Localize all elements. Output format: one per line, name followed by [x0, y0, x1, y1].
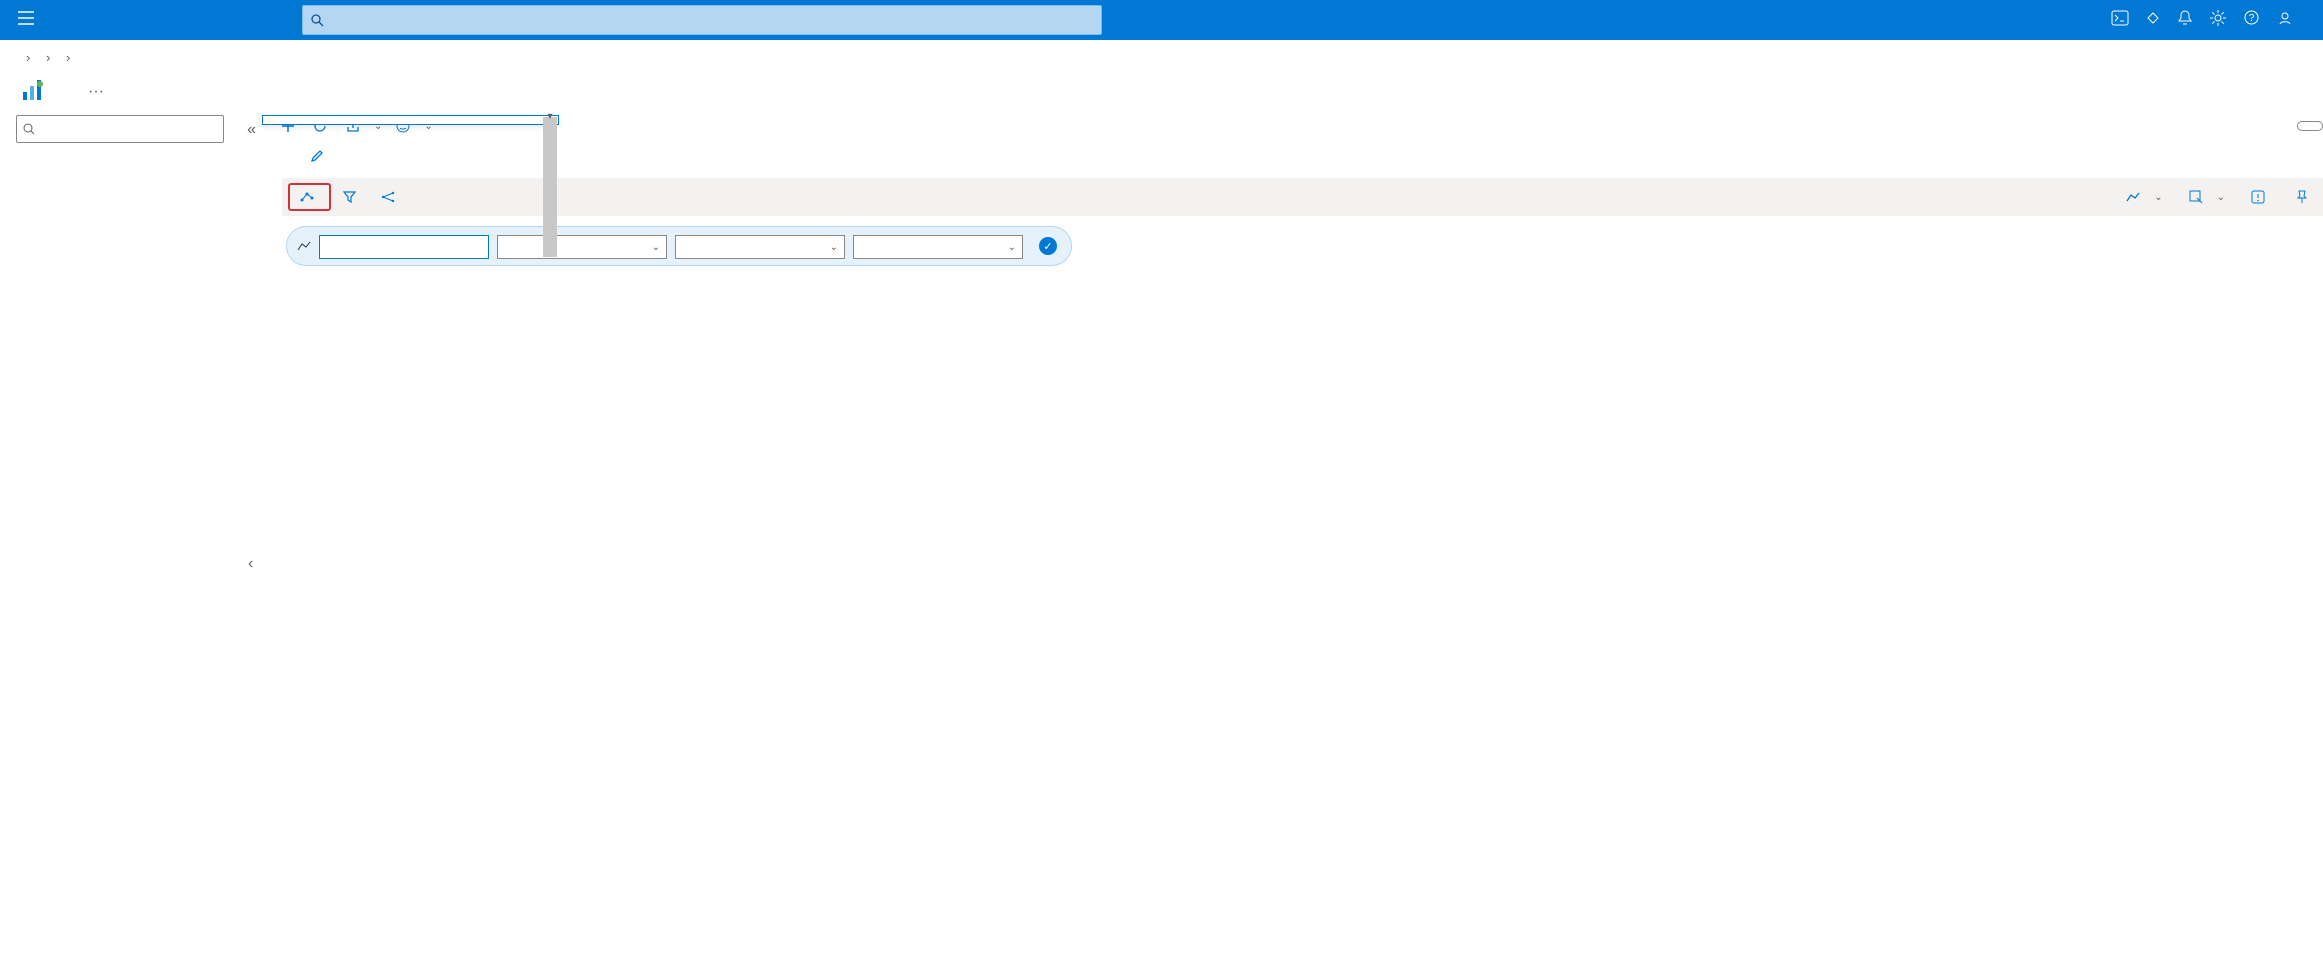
chart-title-row [282, 143, 2323, 178]
metric-selector-row: ⌄ ⌄ ⌄ ✓ [286, 226, 2323, 266]
chevron-down-icon: ⌄ [1008, 242, 1016, 253]
cloud-shell-icon[interactable] [2112, 11, 2128, 30]
svg-text:?: ? [2249, 13, 2255, 24]
hamburger-icon[interactable] [10, 3, 42, 38]
line-icon [297, 239, 311, 253]
scope-selector[interactable] [319, 235, 489, 259]
topbar-actions: ? [2112, 10, 2293, 31]
sidebar-search[interactable] [16, 115, 224, 143]
chart-area [306, 276, 2307, 606]
chevron-down-icon: ⌄ [2154, 192, 2162, 203]
main-panel: ‹ ⌄ ⌄ [262, 115, 2323, 962]
namespace-selector[interactable]: ⌄ [497, 235, 667, 259]
metric-selector[interactable]: ⌄ [675, 235, 845, 259]
chevron-down-icon: ⌄ [652, 242, 660, 253]
directories-icon[interactable] [2146, 11, 2160, 30]
line-chart-button[interactable]: ⌄ [2116, 185, 2172, 209]
add-metric-button[interactable] [288, 183, 331, 211]
apply-splitting-button[interactable] [371, 185, 410, 209]
sidebar: « [0, 115, 262, 962]
sidebar-search-input[interactable] [39, 122, 217, 137]
help-icon[interactable]: ? [2244, 10, 2259, 30]
confirm-metric-icon[interactable]: ✓ [1039, 237, 1057, 255]
top-nav: ? [0, 0, 2323, 40]
dropdown-group-header [263, 116, 558, 124]
new-alert-rule-button[interactable] [2241, 184, 2280, 210]
scrollbar-thumb[interactable] [543, 117, 557, 257]
add-filter-button[interactable] [333, 185, 371, 210]
notifications-icon[interactable] [2178, 10, 2192, 31]
breadcrumb: › › › [0, 40, 2323, 69]
metric-dropdown[interactable]: ▾ [262, 115, 559, 125]
page-title-row: ··· [0, 69, 2323, 115]
main-toolbar: ⌄ ⌄ [282, 115, 2323, 143]
settings-icon[interactable] [2210, 10, 2226, 31]
chevron-down-icon: ⌄ [830, 242, 838, 253]
timerange-picker[interactable] [2297, 121, 2323, 131]
scroll-down-icon[interactable]: ▾ [543, 109, 557, 123]
aggregation-selector[interactable]: ⌄ [853, 235, 1023, 259]
global-search-input[interactable] [330, 13, 1093, 28]
drill-into-logs-button[interactable]: ⌄ [2179, 184, 2235, 210]
search-icon [311, 14, 324, 27]
metric-toolbar: ⌄ ⌄ [282, 178, 2323, 216]
search-icon [23, 123, 35, 135]
edit-title-icon[interactable] [310, 149, 324, 168]
more-menu-icon[interactable]: ··· [88, 83, 104, 101]
collapse-sidebar-icon[interactable]: « [247, 121, 256, 139]
chevron-down-icon: ⌄ [2217, 192, 2225, 203]
feedback-icon[interactable] [2277, 10, 2293, 31]
metrics-resource-icon [20, 77, 48, 105]
collapse-handle-icon[interactable]: ‹ [248, 555, 253, 573]
global-search[interactable] [302, 5, 1102, 35]
pin-to-dashboard-button[interactable] [2286, 184, 2323, 210]
